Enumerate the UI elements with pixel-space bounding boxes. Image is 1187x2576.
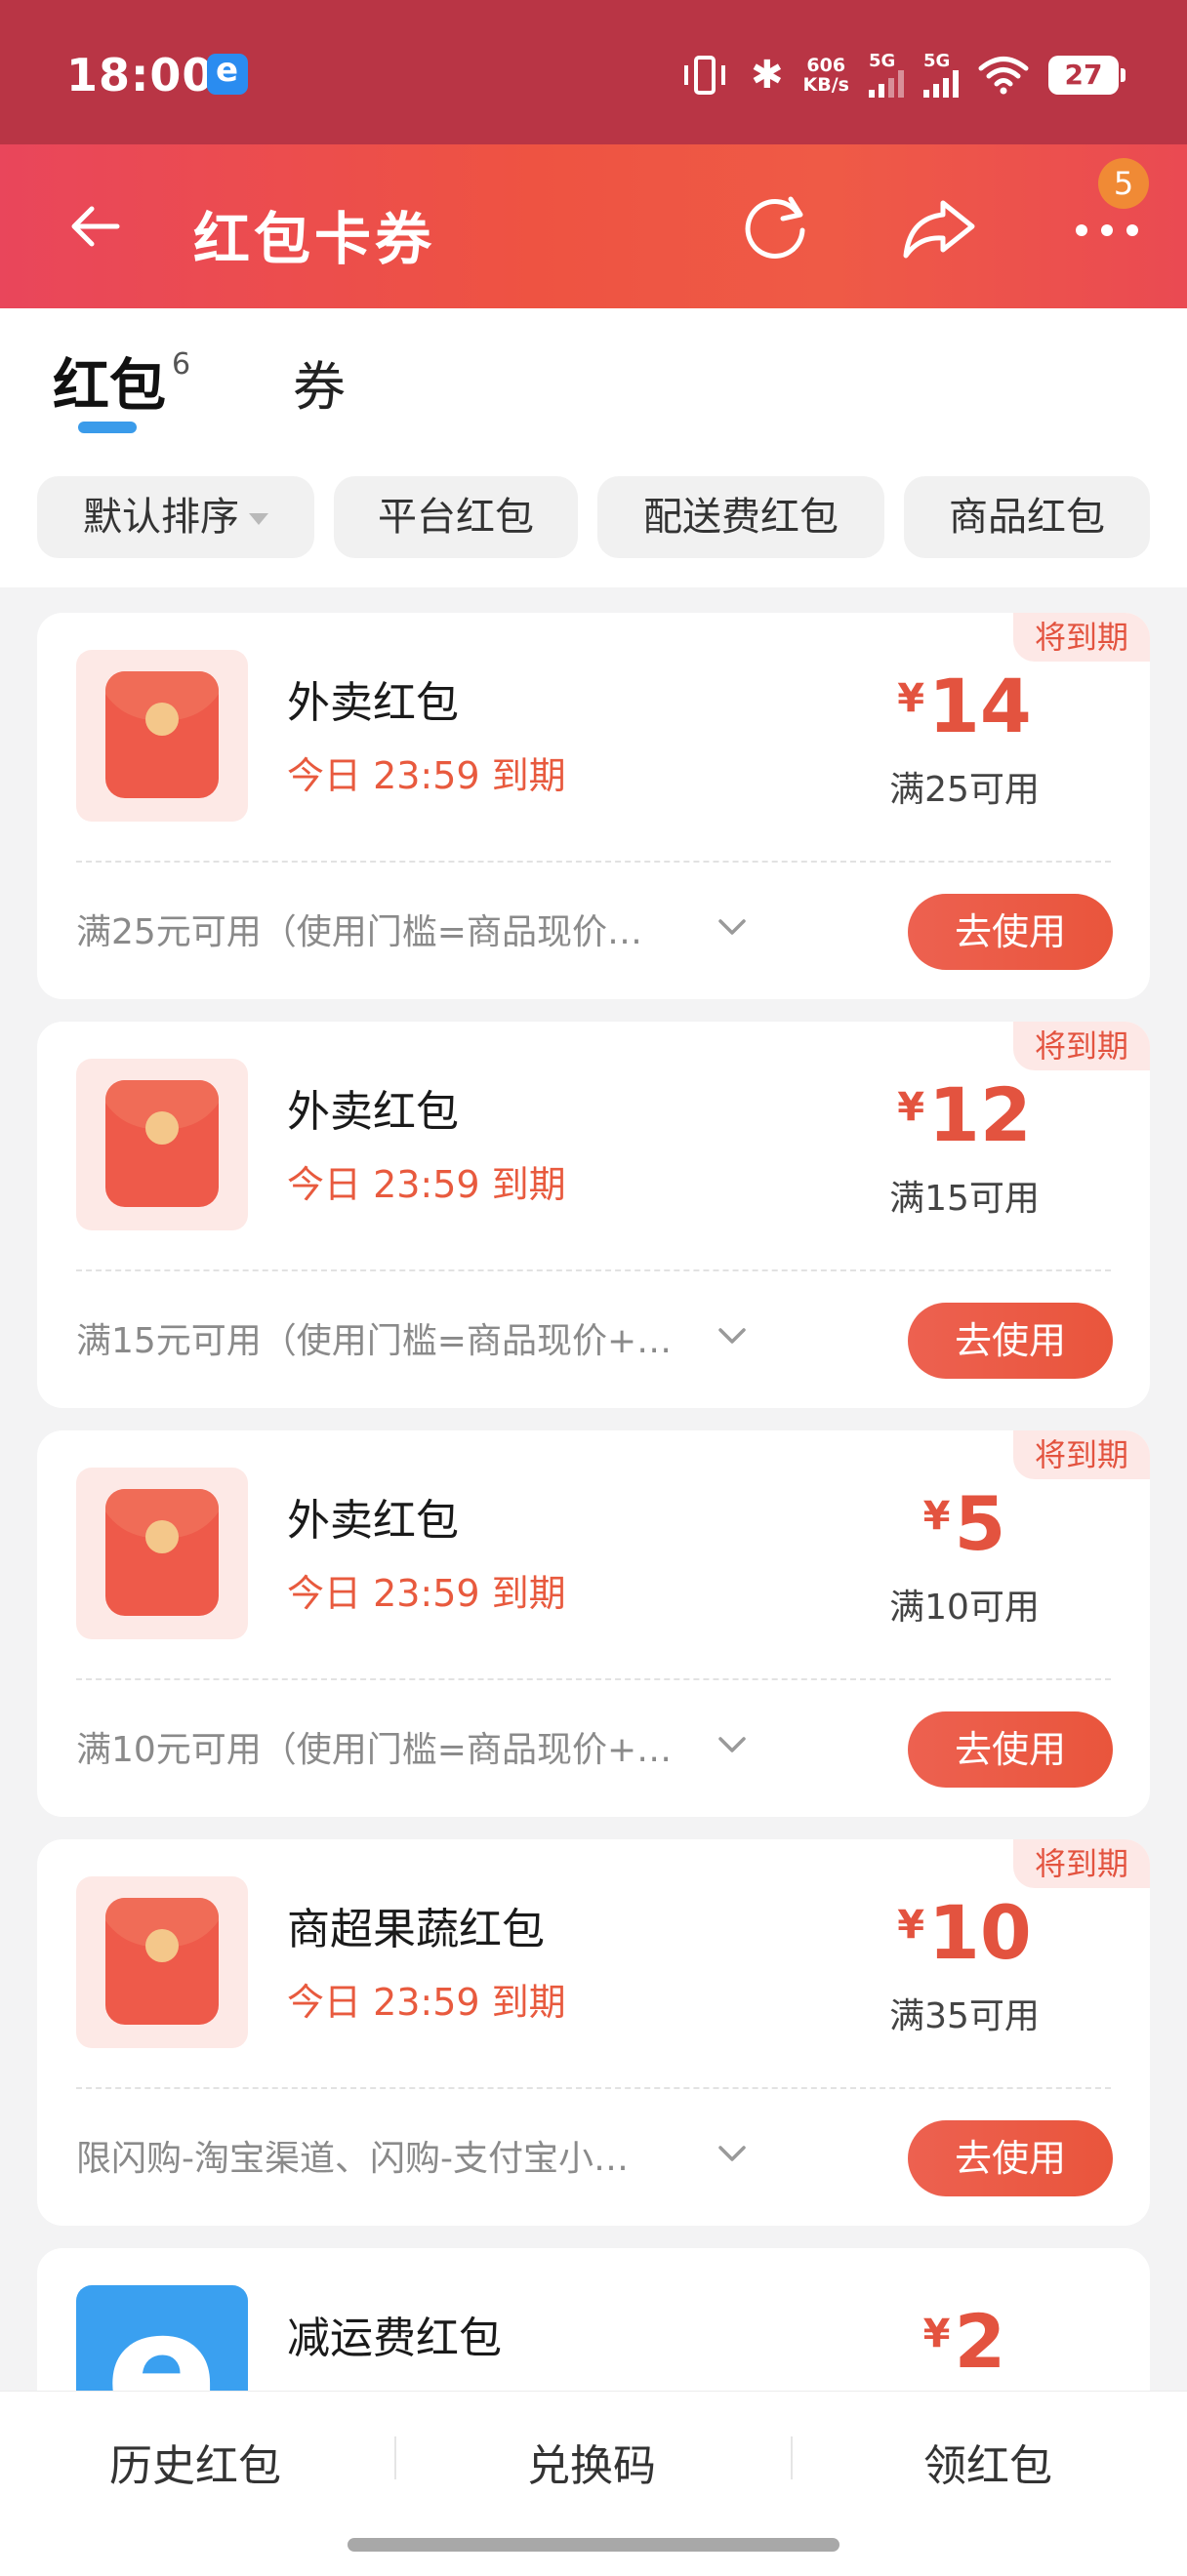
filter-product[interactable]: 商品红包 — [904, 476, 1150, 558]
coupon-amount: ¥5 — [838, 1487, 1091, 1561]
bottom-action-bar: 历史红包 兑换码 领红包 — [0, 2391, 1187, 2576]
card-divider — [76, 1678, 1111, 1680]
coupon-card[interactable]: 将到期 外卖红包 今日 23:59 到期 ¥5 满10可用 满10元可用（使用门… — [37, 1430, 1150, 1817]
claim-coupons-link[interactable]: 领红包 — [923, 2431, 1052, 2493]
network-speed: 606 KB/s — [803, 56, 849, 95]
filter-label: 平台红包 — [378, 495, 534, 540]
coupon-card[interactable]: 将到期 商超果蔬红包 今日 23:59 到期 ¥10 满35可用 限闪购-淘宝渠… — [37, 1839, 1150, 2226]
filter-label: 商品红包 — [949, 495, 1105, 540]
back-arrow-icon[interactable] — [64, 195, 127, 258]
coupon-rule-text: 满15元可用（使用门槛=商品现价+… — [76, 1321, 673, 1361]
coupon-title: 减运费红包 — [287, 2314, 502, 2363]
expiring-tag: 将到期 — [1013, 1430, 1150, 1479]
home-indicator[interactable] — [348, 2538, 839, 2552]
currency-symbol: ¥ — [897, 676, 925, 721]
amount-value: 2 — [954, 2298, 1006, 2385]
tab-hongbao-count: 6 — [172, 347, 191, 382]
expiring-tag: 将到期 — [1013, 613, 1150, 662]
amount-value: 12 — [928, 1071, 1032, 1158]
red-envelope-icon — [76, 1468, 248, 1639]
use-coupon-button[interactable]: 去使用 — [908, 894, 1113, 970]
history-coupons-link[interactable]: 历史红包 — [109, 2431, 281, 2493]
coupon-card[interactable]: 将到期 外卖红包 今日 23:59 到期 ¥12 满15可用 满15元可用（使用… — [37, 1022, 1150, 1408]
refresh-icon[interactable] — [734, 185, 816, 267]
eleme-app-icon — [207, 51, 248, 95]
coupon-title: 外卖红包 — [287, 1496, 459, 1546]
coupon-expiry: 今日 23:59 到期 — [287, 1163, 566, 1206]
chevron-down-icon[interactable] — [715, 1727, 750, 1762]
coupon-amount: ¥10 — [838, 1896, 1091, 1970]
page-title: 红包卡券 — [193, 206, 436, 272]
currency-symbol: ¥ — [922, 2312, 951, 2356]
filter-delivery-fee[interactable]: 配送费红包 — [597, 476, 884, 558]
coupon-threshold: 满25可用 — [889, 770, 1040, 810]
red-envelope-icon — [76, 650, 248, 822]
top-nav-bar: 红包卡券 5 — [0, 144, 1187, 308]
filter-platform[interactable]: 平台红包 — [334, 476, 578, 558]
chevron-down-icon[interactable] — [715, 909, 750, 945]
signal-icon-sim2: 5G — [923, 53, 959, 98]
coupon-amount: ¥12 — [838, 1078, 1091, 1152]
use-coupon-button[interactable]: 去使用 — [908, 1711, 1113, 1788]
card-divider — [76, 861, 1111, 863]
active-tab-indicator — [78, 422, 137, 433]
signal-label: 5G — [869, 51, 896, 71]
currency-symbol: ¥ — [922, 1494, 951, 1539]
signal-icon-sim1: 5G — [869, 53, 904, 98]
coupon-rule-text: 限闪购-淘宝渠道、闪购-支付宝小… — [76, 2139, 629, 2179]
coupon-card[interactable]: 将到期 外卖红包 今日 23:59 到期 ¥14 满25可用 满25元可用（使用… — [37, 613, 1150, 999]
share-icon[interactable] — [898, 187, 980, 269]
use-coupon-button[interactable]: 去使用 — [908, 2120, 1113, 2196]
coupon-title: 商超果蔬红包 — [287, 1905, 545, 1954]
amount-value: 14 — [928, 663, 1032, 749]
vibrate-icon — [684, 56, 726, 95]
red-envelope-icon — [76, 1876, 248, 2048]
coupon-threshold: 满15可用 — [889, 1179, 1040, 1219]
coupon-rule-text: 满25元可用（使用门槛=商品现价… — [76, 912, 642, 952]
bottom-separator — [791, 2436, 793, 2479]
currency-symbol: ¥ — [897, 1085, 925, 1130]
coupon-expiry: 今日 23:59 到期 — [287, 1981, 566, 2024]
chevron-down-icon[interactable] — [715, 1318, 750, 1353]
wifi-icon — [978, 57, 1029, 95]
battery-icon: 27 — [1048, 56, 1126, 95]
status-bar: 18:00 ✱ 606 KB/s 5G 5G 27 — [0, 0, 1187, 144]
currency-symbol: ¥ — [897, 1903, 925, 1948]
chevron-down-icon[interactable] — [715, 2136, 750, 2171]
status-time: 18:00 — [66, 49, 215, 101]
card-divider — [76, 1269, 1111, 1271]
coupon-amount: ¥14 — [838, 669, 1091, 744]
status-icons: ✱ 606 KB/s 5G 5G 27 — [684, 49, 1126, 101]
red-envelope-icon — [76, 1059, 248, 1230]
coupon-threshold: 满35可用 — [889, 1996, 1040, 2036]
coupon-title: 外卖红包 — [287, 1087, 459, 1137]
tab-quan[interactable]: 券 — [293, 343, 346, 421]
filter-label: 默认排序 — [83, 495, 239, 540]
redeem-code-link[interactable]: 兑换码 — [527, 2431, 656, 2493]
tabs-and-filters: 红包 6 券 默认排序 平台红包 配送费红包 商品红包 — [0, 308, 1187, 587]
bluetooth-icon: ✱ — [751, 53, 784, 98]
filter-label: 配送费红包 — [643, 495, 839, 540]
card-divider — [76, 2087, 1111, 2089]
notification-badge: 5 — [1098, 158, 1149, 209]
amount-value: 10 — [928, 1889, 1032, 1976]
filter-default-sort[interactable]: 默认排序 — [37, 476, 314, 558]
caret-down-icon — [249, 513, 268, 525]
network-speed-value: 606 — [806, 55, 846, 76]
coupon-threshold: 满10可用 — [889, 1588, 1040, 1628]
network-speed-unit: KB/s — [802, 74, 849, 96]
coupon-rule-text: 满10元可用（使用门槛=商品现价+… — [76, 1730, 673, 1770]
tab-hongbao[interactable]: 红包 — [53, 340, 166, 422]
coupon-expiry: 今日 23:59 到期 — [287, 754, 566, 797]
expiring-tag: 将到期 — [1013, 1839, 1150, 1888]
bottom-separator — [394, 2436, 396, 2479]
coupon-amount: ¥2 — [838, 2305, 1091, 2379]
signal-label: 5G — [923, 51, 951, 71]
coupon-expiry: 今日 23:59 到期 — [287, 1572, 566, 1615]
expiring-tag: 将到期 — [1013, 1022, 1150, 1070]
use-coupon-button[interactable]: 去使用 — [908, 1303, 1113, 1379]
coupon-title: 外卖红包 — [287, 678, 459, 728]
amount-value: 5 — [954, 1480, 1006, 1567]
